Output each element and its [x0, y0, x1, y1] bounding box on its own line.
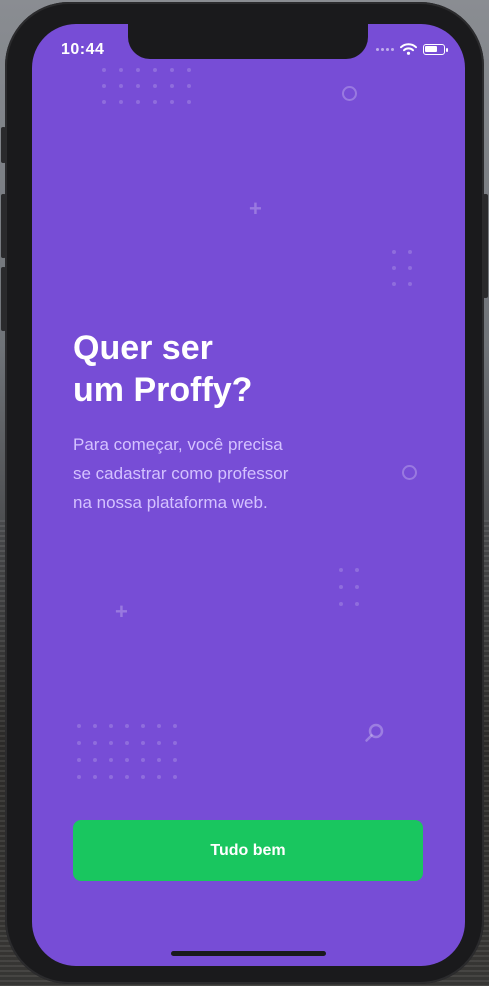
ring-icon — [342, 86, 357, 101]
ring-icon — [402, 465, 417, 480]
plus-icon: + — [115, 599, 128, 624]
confirm-button[interactable]: Tudo bem — [73, 820, 423, 881]
status-icons — [376, 43, 448, 55]
device-notch — [128, 24, 368, 59]
dot-pattern-middle — [339, 568, 359, 606]
search-icon — [364, 722, 386, 744]
status-time: 10:44 — [61, 41, 105, 58]
dot-pattern-bottom — [77, 724, 177, 779]
battery-icon — [423, 43, 448, 55]
description-line-3: na nossa plataforma web. — [73, 493, 268, 512]
app-screen: + + 10:44 Quer ser um Proffy? Para começ… — [32, 24, 465, 966]
volume-up-button — [1, 194, 6, 258]
title-line-1: Quer ser — [73, 329, 213, 367]
description-line-2: se cadastrar como professor — [73, 464, 289, 483]
mute-switch — [1, 127, 6, 163]
volume-down-button — [1, 267, 6, 331]
dot-pattern-right — [392, 250, 412, 286]
plus-icon: + — [249, 196, 262, 221]
dot-pattern-top — [102, 68, 191, 104]
description-text: Para começar, você precisa se cadastrar … — [73, 430, 343, 517]
power-button — [483, 194, 488, 298]
signal-icon — [376, 47, 394, 51]
home-indicator[interactable] — [171, 951, 326, 956]
title-line-2: um Proffy? — [73, 371, 253, 409]
page-title: Quer ser um Proffy? — [73, 327, 373, 411]
phone-frame: + + 10:44 Quer ser um Proffy? Para começ… — [1, 2, 488, 984]
description-line-1: Para começar, você precisa — [73, 435, 283, 454]
wifi-icon — [400, 43, 417, 55]
